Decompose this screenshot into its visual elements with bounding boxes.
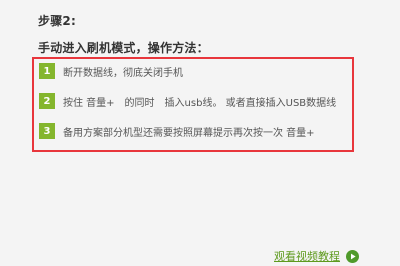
step-number-badge: 1: [39, 63, 55, 79]
step-item-1: 1 断开数据线，彻底关闭手机: [39, 63, 183, 79]
step-text: 断开数据线，彻底关闭手机: [63, 67, 183, 79]
step-text: 按住 音量+ 的同时 插入usb线。 或者直接插入USB数据线: [63, 97, 337, 109]
step-item-3: 3 备用方案部分机型还需要按照屏幕提示再次按一次 音量+: [39, 123, 315, 139]
step-item-2: 2 按住 音量+ 的同时 插入usb线。 或者直接插入USB数据线: [39, 93, 336, 109]
play-icon[interactable]: [346, 249, 359, 263]
step-title: 步骤2:: [38, 14, 76, 28]
video-link-label[interactable]: 观看视频教程: [274, 248, 340, 264]
steps-highlight-box: 1 断开数据线，彻底关闭手机 2 按住 音量+ 的同时 插入usb线。 或者直接…: [32, 57, 354, 152]
watch-video-tutorial-link[interactable]: 观看视频教程: [274, 248, 359, 264]
instructions-heading: 手动进入刷机模式，操作方法：: [38, 41, 209, 55]
step-number-badge: 3: [39, 123, 55, 139]
step-number-badge: 2: [39, 93, 55, 109]
step-text: 备用方案部分机型还需要按照屏幕提示再次按一次 音量+: [63, 127, 315, 139]
